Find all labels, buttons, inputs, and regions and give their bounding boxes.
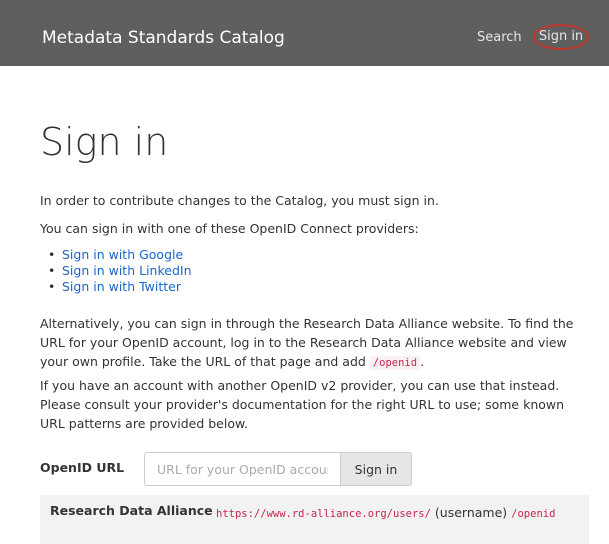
navbar: Metadata Standards Catalog Search Sign i… [0,0,609,66]
provider-label: Sign in with LinkedIn [62,263,192,278]
bullet-icon: • [48,263,56,278]
signin-button[interactable]: Sign in [340,452,412,486]
provider-list: • Sign in with Google • Sign in with Linke… [40,247,192,295]
url-pattern-value: https://www.rd-alliance.org/users/ (user… [216,503,576,524]
bullet-icon: • [48,279,56,294]
url-pattern-prefix: https://www.rd-alliance.org/users/ [216,508,431,520]
url-pattern-middle: (username) [434,505,508,520]
openid-url-label: OpenID URL [40,460,125,475]
openid-v2-instructions: If you have an account with another Open… [40,378,565,431]
openid-suffix-code: /openid [369,356,421,370]
brand-link[interactable]: Metadata Standards Catalog [42,28,285,48]
provider-twitter-link[interactable]: • Sign in with Twitter [40,279,192,295]
openid-url-input[interactable] [144,452,341,486]
url-pattern-suffix: /openid [511,508,556,520]
url-pattern-name: Research Data Alliance [50,503,213,518]
intro-text: In order to contribute changes to the Ca… [40,193,439,208]
page-title: Sign in [40,120,169,164]
rda-instructions: Alternatively, you can sign in through t… [40,314,589,373]
nav-search-link[interactable]: Search [477,30,522,45]
nav-signin-link[interactable]: Sign in [533,24,589,50]
rda-instructions-end: . [420,354,425,369]
url-pattern-row: Research Data Alliance https://www.rd-al… [40,495,589,544]
provider-linkedin-link[interactable]: • Sign in with LinkedIn [40,263,192,279]
rda-instructions-text: Alternatively, you can sign in through t… [40,316,574,369]
bullet-icon: • [48,247,56,262]
provider-google-link[interactable]: • Sign in with Google [40,247,192,263]
providers-intro-text: You can sign in with one of these OpenID… [40,221,419,236]
provider-label: Sign in with Google [62,247,184,262]
provider-label: Sign in with Twitter [62,279,181,294]
